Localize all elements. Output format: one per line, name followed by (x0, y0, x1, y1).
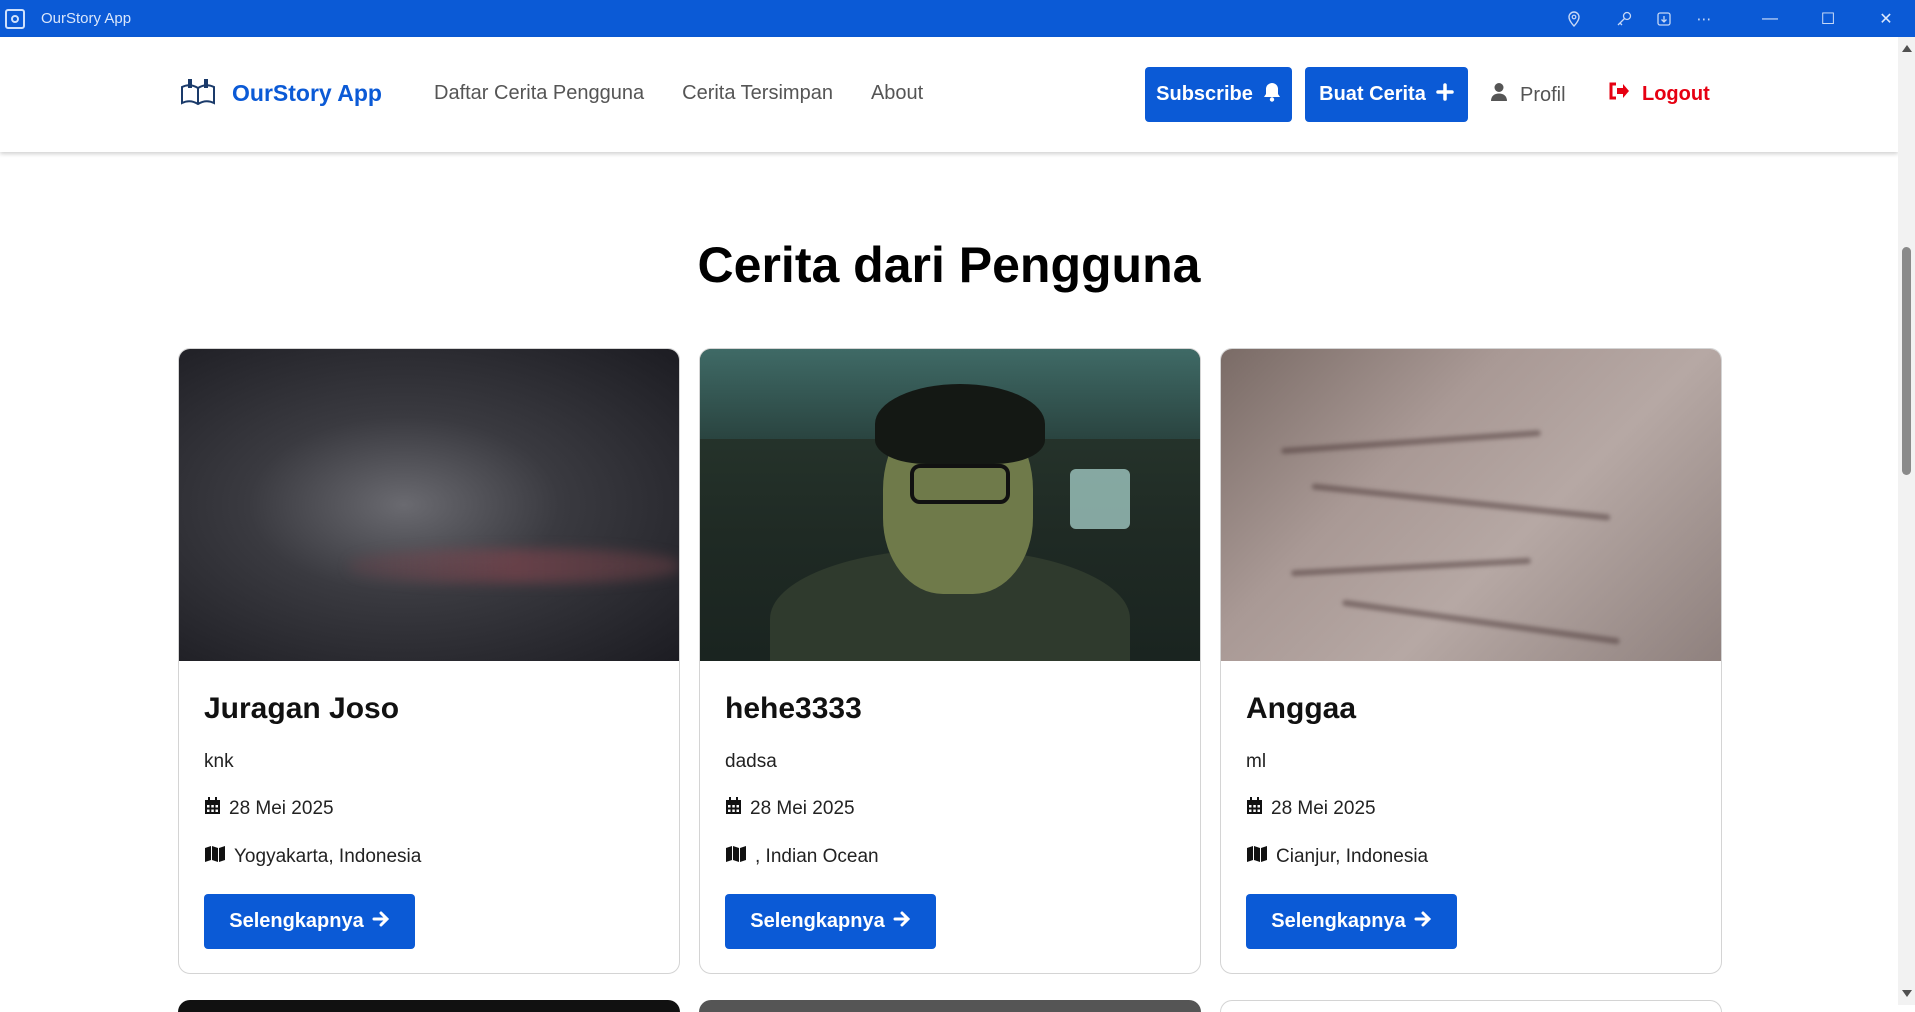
story-author: Anggaa (1246, 692, 1357, 725)
selengkapnya-button[interactable]: Selengkapnya (204, 894, 415, 949)
logout-link[interactable]: Logout (1608, 82, 1710, 106)
story-location: , Indian Ocean (725, 845, 1180, 869)
selengkapnya-button[interactable]: Selengkapnya (1246, 894, 1457, 949)
story-location: Yogyakarta, Indonesia (204, 845, 659, 869)
user-icon (1490, 82, 1508, 108)
top-navbar: OurStory App Daftar Cerita Pengguna Ceri… (0, 37, 1898, 152)
location-icon[interactable] (1557, 0, 1591, 37)
calendar-icon (725, 797, 742, 821)
logout-label: Logout (1642, 82, 1710, 105)
subscribe-label: Subscribe (1156, 83, 1253, 105)
app-icon (5, 8, 25, 29)
profil-link[interactable]: Profil (1490, 82, 1566, 108)
story-photo (1221, 349, 1721, 661)
calendar-icon (1246, 797, 1263, 821)
scroll-thumb[interactable] (1902, 247, 1911, 475)
story-date: 28 Mei 2025 (725, 797, 1180, 821)
scroll-up-icon[interactable] (1902, 45, 1912, 52)
story-description: ml (1246, 751, 1267, 772)
story-photo (700, 349, 1200, 661)
story-author: hehe3333 (725, 692, 862, 725)
story-card: Anggaa ml 28 Mei 2025 Cianjur, Indonesia… (1220, 348, 1722, 974)
story-location: Cianjur, Indonesia (1246, 845, 1701, 869)
window-title: OurStory App (41, 10, 132, 27)
arrow-right-icon (893, 910, 911, 934)
selengkapnya-label: Selengkapnya (1271, 910, 1406, 932)
scroll-down-icon[interactable] (1902, 990, 1912, 997)
story-card-peek (178, 1000, 680, 1012)
story-card: Juragan Joso knk 28 Mei 2025 Yogyakarta,… (178, 348, 680, 974)
story-description: dadsa (725, 751, 777, 772)
story-author: Juragan Joso (204, 692, 400, 725)
story-card-peek (699, 1000, 1201, 1012)
selengkapnya-label: Selengkapnya (229, 910, 364, 932)
brand-name: OurStory App (232, 79, 382, 106)
minimize-icon[interactable]: — (1741, 0, 1799, 37)
arrow-right-icon (372, 910, 390, 934)
story-date-text: 28 Mei 2025 (750, 798, 855, 819)
page-title: Cerita dari Pengguna (697, 237, 1201, 293)
arrow-right-icon (1414, 910, 1432, 934)
selengkapnya-button[interactable]: Selengkapnya (725, 894, 936, 949)
maximize-icon[interactable]: ☐ (1799, 0, 1857, 37)
map-icon (725, 845, 747, 869)
story-photo (179, 349, 679, 661)
close-icon[interactable]: ✕ (1857, 0, 1915, 37)
more-icon[interactable]: ⋯ (1687, 0, 1721, 37)
story-date: 28 Mei 2025 (1246, 797, 1701, 821)
key-icon[interactable] (1607, 0, 1641, 37)
window-titlebar: OurStory App ⋯ — ☐ ✕ (0, 0, 1915, 37)
story-description: knk (204, 751, 234, 772)
vertical-scrollbar[interactable] (1898, 37, 1915, 1005)
plus-icon (1436, 82, 1454, 107)
story-location-text: Yogyakarta, Indonesia (234, 846, 422, 867)
calendar-icon (204, 797, 221, 821)
story-date-text: 28 Mei 2025 (1271, 798, 1376, 819)
story-card-peek (1220, 1000, 1722, 1012)
story-date: 28 Mei 2025 (204, 797, 659, 821)
book-logo-icon (178, 77, 218, 109)
sign-out-icon (1608, 82, 1630, 106)
buat-cerita-label: Buat Cerita (1319, 83, 1426, 105)
story-date-text: 28 Mei 2025 (229, 798, 334, 819)
bell-icon (1263, 82, 1281, 108)
profil-label: Profil (1520, 83, 1566, 106)
install-app-icon[interactable] (1647, 0, 1681, 37)
map-icon (1246, 845, 1268, 869)
map-icon (204, 845, 226, 869)
selengkapnya-label: Selengkapnya (750, 910, 885, 932)
nav-about[interactable]: About (871, 82, 923, 105)
story-card: hehe3333 dadsa 28 Mei 2025 , Indian Ocea… (699, 348, 1201, 974)
story-location-text: Cianjur, Indonesia (1276, 846, 1429, 867)
subscribe-button[interactable]: Subscribe (1145, 67, 1292, 122)
story-location-text: , Indian Ocean (755, 846, 879, 867)
buat-cerita-button[interactable]: Buat Cerita (1305, 67, 1468, 122)
brand[interactable]: OurStory App (178, 77, 382, 109)
nav-daftar-cerita[interactable]: Daftar Cerita Pengguna (434, 82, 644, 105)
nav-cerita-tersimpan[interactable]: Cerita Tersimpan (682, 82, 833, 105)
